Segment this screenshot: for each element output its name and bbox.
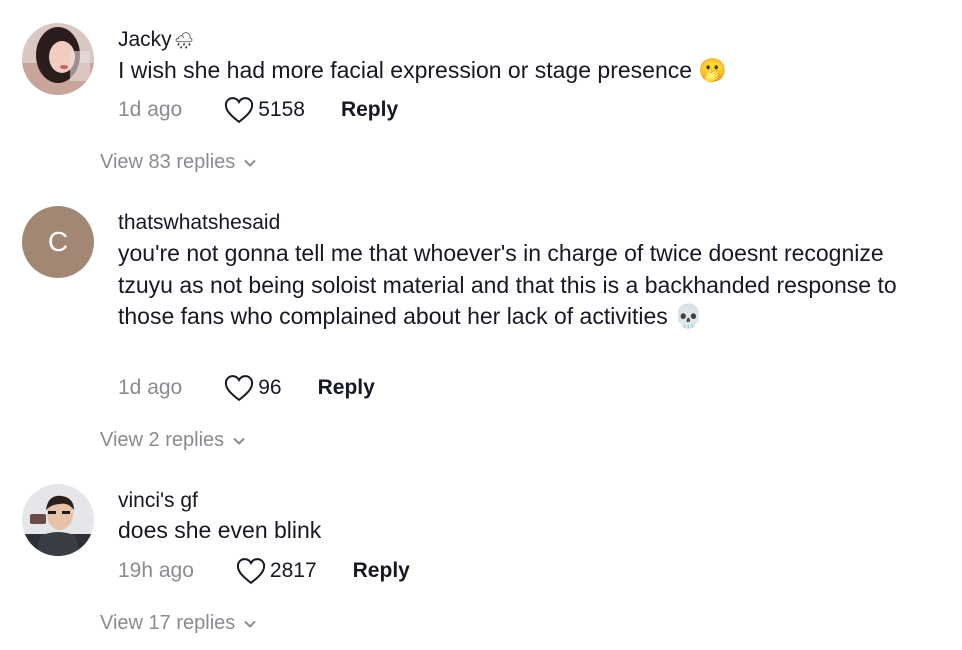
comment-meta: 1d ago 5158 Reply <box>118 95 398 125</box>
username[interactable]: thatswhatshesaid <box>118 211 280 235</box>
username[interactable]: Jacky 🌧 <box>118 28 194 52</box>
heart-icon <box>225 375 254 402</box>
chevron-down-icon <box>244 620 256 628</box>
view-replies-button[interactable]: View 83 replies <box>100 151 257 174</box>
avatar[interactable] <box>22 484 94 556</box>
reply-button[interactable]: Reply <box>353 559 410 583</box>
avatar[interactable]: C <box>22 206 94 278</box>
avatar-initial: C <box>47 226 69 257</box>
like-button[interactable]: 5158 <box>224 96 305 124</box>
cloud-rain-icon: 🌧 <box>173 33 194 50</box>
comment-text: you're not gonna tell me that whoever's … <box>118 240 897 329</box>
username[interactable]: vinci's gf <box>118 489 198 513</box>
view-replies-label: View 83 replies <box>100 151 236 173</box>
view-replies-label: View 17 replies <box>100 612 236 634</box>
like-button[interactable]: 96 <box>224 374 282 402</box>
avatar-photo-icon <box>22 484 94 556</box>
timestamp: 1d ago <box>118 376 183 399</box>
view-replies-label: View 2 replies <box>100 429 225 451</box>
view-replies-button[interactable]: View 17 replies <box>100 612 257 635</box>
chevron-down-icon <box>233 437 245 445</box>
comment-text: does she even blink <box>118 517 322 543</box>
timestamp: 19h ago <box>118 559 194 582</box>
chevron-down-icon <box>244 159 256 167</box>
username-text[interactable]: Jacky <box>118 28 172 51</box>
comment-text: I wish she had more facial expression or… <box>118 57 728 83</box>
like-count: 5158 <box>258 98 305 121</box>
comment-meta: 19h ago 2817 Reply <box>118 556 410 586</box>
comment-meta: 1d ago 96 Reply <box>118 373 375 403</box>
reply-button[interactable]: Reply <box>341 98 398 122</box>
view-replies-button[interactable]: View 2 replies <box>100 429 246 452</box>
heart-icon <box>225 97 254 124</box>
like-count: 2817 <box>269 559 317 582</box>
avatar-photo-icon <box>22 23 94 95</box>
avatar[interactable] <box>22 23 94 95</box>
timestamp: 1d ago <box>118 98 183 121</box>
like-count: 96 <box>258 376 282 399</box>
reply-button[interactable]: Reply <box>318 376 375 400</box>
heart-icon <box>236 558 266 585</box>
like-button[interactable]: 2817 <box>236 557 317 585</box>
